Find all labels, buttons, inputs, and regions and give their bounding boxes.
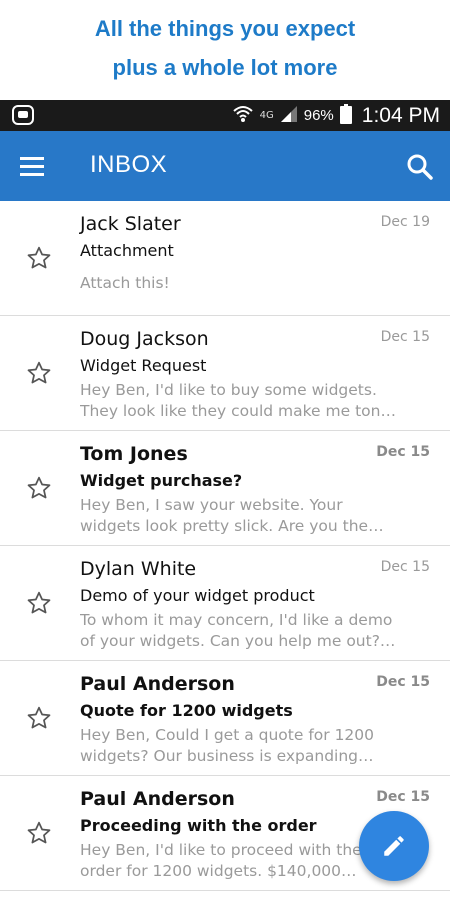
battery-percent: 96% xyxy=(303,107,334,124)
email-row[interactable]: Tom Jones Widget purchase? Hey Ben, I sa… xyxy=(0,431,450,546)
email-date: Dec 15 xyxy=(376,674,430,690)
email-preview: Hey Ben, I'd like to buy some widgets. T… xyxy=(80,380,395,422)
email-row[interactable]: Paul Anderson Quote for 1200 widgets Hey… xyxy=(0,661,450,776)
email-preview: Hey Ben, Could I get a quote for 1200 wi… xyxy=(80,725,395,767)
search-icon[interactable] xyxy=(404,151,436,183)
star-icon[interactable] xyxy=(26,590,52,616)
email-row[interactable]: Doug Jackson Widget Request Hey Ben, I'd… xyxy=(0,316,450,431)
email-date: Dec 15 xyxy=(380,559,430,575)
email-preview: Hey Ben, I saw your website. Your widget… xyxy=(80,495,395,537)
email-preview-line-1: Hey Ben, I'd like to proceed with the xyxy=(80,841,360,859)
battery-icon xyxy=(339,103,352,128)
menu-icon[interactable] xyxy=(16,151,50,181)
email-subject: Demo of your widget product xyxy=(80,586,315,605)
star-icon[interactable] xyxy=(26,360,52,386)
email-sender: Dylan White xyxy=(80,558,197,580)
email-date: Dec 19 xyxy=(380,214,430,230)
email-date: Dec 15 xyxy=(376,444,430,460)
email-subject: Attachment xyxy=(80,241,174,260)
star-icon[interactable] xyxy=(26,705,52,731)
email-sender: Doug Jackson xyxy=(80,328,209,350)
email-date: Dec 15 xyxy=(376,789,430,805)
star-icon[interactable] xyxy=(26,245,52,271)
email-subject: Quote for 1200 widgets xyxy=(80,701,293,720)
status-bar: 4G 96% 1:04 PM xyxy=(0,100,450,131)
star-icon[interactable] xyxy=(26,820,52,846)
email-list: Jack Slater Attachment Attach this! Dec … xyxy=(0,201,450,891)
email-subject: Proceeding with the order xyxy=(80,816,317,835)
email-preview-line-2: They look like they could make me ton… xyxy=(80,402,395,420)
email-preview: To whom it may concern, I'd like a demo … xyxy=(80,610,395,652)
email-preview-line-2: widgets look pretty slick. Are you the… xyxy=(80,517,384,535)
clock: 1:04 PM xyxy=(361,103,440,127)
email-date: Dec 15 xyxy=(380,329,430,345)
signal-icon xyxy=(280,105,298,127)
email-row[interactable]: Dylan White Demo of your widget product … xyxy=(0,546,450,661)
email-sender: Paul Anderson xyxy=(80,788,235,810)
email-preview-line-1: Hey Ben, I saw your website. Your xyxy=(80,496,343,514)
promo-line-1: All the things you expect xyxy=(94,16,356,41)
email-preview-line-1: To whom it may concern, I'd like a demo xyxy=(80,611,393,629)
app-notification-icon xyxy=(12,105,34,125)
promo-banner: All the things you expect plus a whole l… xyxy=(0,0,450,100)
email-sender: Jack Slater xyxy=(80,213,181,235)
promo-line-2: plus a whole lot more xyxy=(112,55,338,80)
compose-button[interactable] xyxy=(359,811,429,881)
email-preview-line-2: widgets? Our business is expanding… xyxy=(80,747,374,765)
app-bar: INBOX xyxy=(0,131,450,201)
email-row[interactable]: Jack Slater Attachment Attach this! Dec … xyxy=(0,201,450,316)
email-preview-line-2: of your widgets. Can you help me out?… xyxy=(80,632,395,650)
star-icon[interactable] xyxy=(26,475,52,501)
email-preview: Attach this! xyxy=(80,273,395,294)
network-type: 4G xyxy=(259,110,274,121)
email-sender: Tom Jones xyxy=(80,443,188,465)
email-subject: Widget purchase? xyxy=(80,471,243,490)
email-preview-line-2: order for 1200 widgets. $140,000… xyxy=(80,862,357,880)
wifi-icon xyxy=(232,104,254,128)
email-preview-line-1: Attach this! xyxy=(80,274,170,292)
page-title: INBOX xyxy=(90,151,168,178)
email-preview-line-1: Hey Ben, I'd like to buy some widgets. xyxy=(80,381,377,399)
email-preview: Hey Ben, I'd like to proceed with the or… xyxy=(80,840,360,882)
email-sender: Paul Anderson xyxy=(80,673,235,695)
email-subject: Widget Request xyxy=(80,356,207,375)
email-preview-line-1: Hey Ben, Could I get a quote for 1200 xyxy=(80,726,375,744)
